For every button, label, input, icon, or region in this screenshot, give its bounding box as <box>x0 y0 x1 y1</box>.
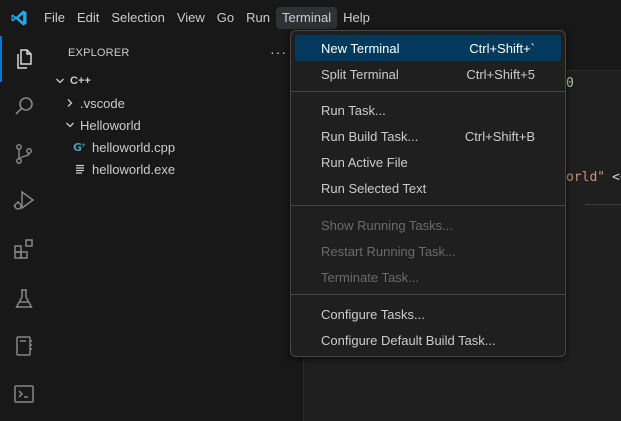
menu-item-configure-default-build-task[interactable]: Configure Default Build Task... <box>295 327 561 353</box>
workspace-name: C++ <box>70 75 91 87</box>
explorer-icon[interactable] <box>0 36 48 82</box>
source-control-icon[interactable] <box>0 131 48 177</box>
binary-file-icon <box>72 161 88 177</box>
menu-go[interactable]: Go <box>211 7 240 29</box>
menu-run[interactable]: Run <box>240 7 276 29</box>
menu-terminal[interactable]: Terminal <box>276 7 338 29</box>
menu-edit[interactable]: Edit <box>71 7 105 29</box>
editor-line-highlight <box>585 204 621 205</box>
menu-separator <box>291 294 565 295</box>
chevron-down-icon <box>52 73 68 89</box>
testing-icon[interactable] <box>0 276 48 322</box>
search-icon[interactable] <box>0 83 48 129</box>
menu-file[interactable]: File <box>38 7 71 29</box>
menu-item-shortcut: Ctrl+Shift+5 <box>466 66 535 82</box>
menu-item-label: Run Selected Text <box>321 180 427 196</box>
tree-folder-helloworld[interactable]: Helloworld <box>48 114 304 136</box>
menu-separator <box>291 91 565 92</box>
menu-item-label: Configure Default Build Task... <box>321 332 496 348</box>
menu-item-label: New Terminal <box>321 40 400 56</box>
menu-item-label: Run Build Task... <box>321 128 419 144</box>
chevron-down-icon <box>62 117 78 133</box>
vscode-logo-icon <box>0 0 38 36</box>
code-fragment-string: orld" <box>566 170 606 185</box>
menu-item-label: Split Terminal <box>321 66 399 82</box>
menu-item-run-task[interactable]: Run Task... <box>295 97 561 123</box>
tree-item-label: Helloworld <box>80 117 141 133</box>
notebook-icon[interactable] <box>0 323 48 369</box>
more-actions-icon[interactable]: ··· <box>270 44 287 60</box>
menu-item-shortcut: Ctrl+Shift+B <box>464 128 535 144</box>
extensions-icon[interactable] <box>0 226 48 272</box>
menu-item-shortcut: Ctrl+Shift+` <box>469 40 535 56</box>
cpp-file-icon: G + <box>72 139 88 155</box>
menu-item-label: Run Active File <box>321 154 408 170</box>
menu-item-run-selected-text[interactable]: Run Selected Text <box>295 175 561 201</box>
code-fragment-number: 0 <box>566 76 574 91</box>
menu-help[interactable]: Help <box>337 7 376 29</box>
menu-selection[interactable]: Selection <box>105 7 170 29</box>
terminal-panel-icon[interactable] <box>0 371 48 417</box>
run-debug-icon[interactable] <box>0 178 48 224</box>
svg-text:+: + <box>81 142 86 149</box>
code-fragment-operator: << <box>612 170 621 185</box>
menu-view[interactable]: View <box>171 7 211 29</box>
menu-item-configure-tasks[interactable]: Configure Tasks... <box>295 301 561 327</box>
tree-file-helloworld-cpp[interactable]: G + helloworld.cpp <box>48 136 304 158</box>
chevron-right-icon <box>62 95 78 111</box>
menu-item-label: Terminate Task... <box>321 269 420 285</box>
menu-item-label: Show Running Tasks... <box>321 217 453 233</box>
menu-item-run-build-task[interactable]: Run Build Task... Ctrl+Shift+B <box>295 123 561 149</box>
menu-item-show-running-tasks: Show Running Tasks... <box>295 212 561 238</box>
tree-item-label: helloworld.exe <box>92 161 176 177</box>
tree-item-label: helloworld.cpp <box>92 139 176 155</box>
menu-item-run-active-file[interactable]: Run Active File <box>295 149 561 175</box>
explorer-sidebar: EXPLORER ··· C++ .vscode Helloworld G + … <box>48 36 304 421</box>
terminal-menu-dropdown: New Terminal Ctrl+Shift+` Split Terminal… <box>290 30 566 357</box>
menu-item-label: Restart Running Task... <box>321 243 456 259</box>
menu-item-restart-running-task: Restart Running Task... <box>295 238 561 264</box>
menu-item-label: Configure Tasks... <box>321 306 425 322</box>
tree-file-helloworld-exe[interactable]: helloworld.exe <box>48 158 304 180</box>
activity-bar <box>0 36 48 421</box>
menu-separator <box>291 205 565 206</box>
workspace-root[interactable]: C++ <box>48 70 304 92</box>
menu-item-terminate-task: Terminate Task... <box>295 264 561 290</box>
menu-item-label: Run Task... <box>321 102 386 118</box>
tree-item-label: .vscode <box>80 95 125 111</box>
menu-item-new-terminal[interactable]: New Terminal Ctrl+Shift+` <box>295 35 561 61</box>
tree-folder-vscode[interactable]: .vscode <box>48 92 304 114</box>
menu-item-split-terminal[interactable]: Split Terminal Ctrl+Shift+5 <box>295 61 561 87</box>
explorer-title: EXPLORER <box>68 47 130 59</box>
